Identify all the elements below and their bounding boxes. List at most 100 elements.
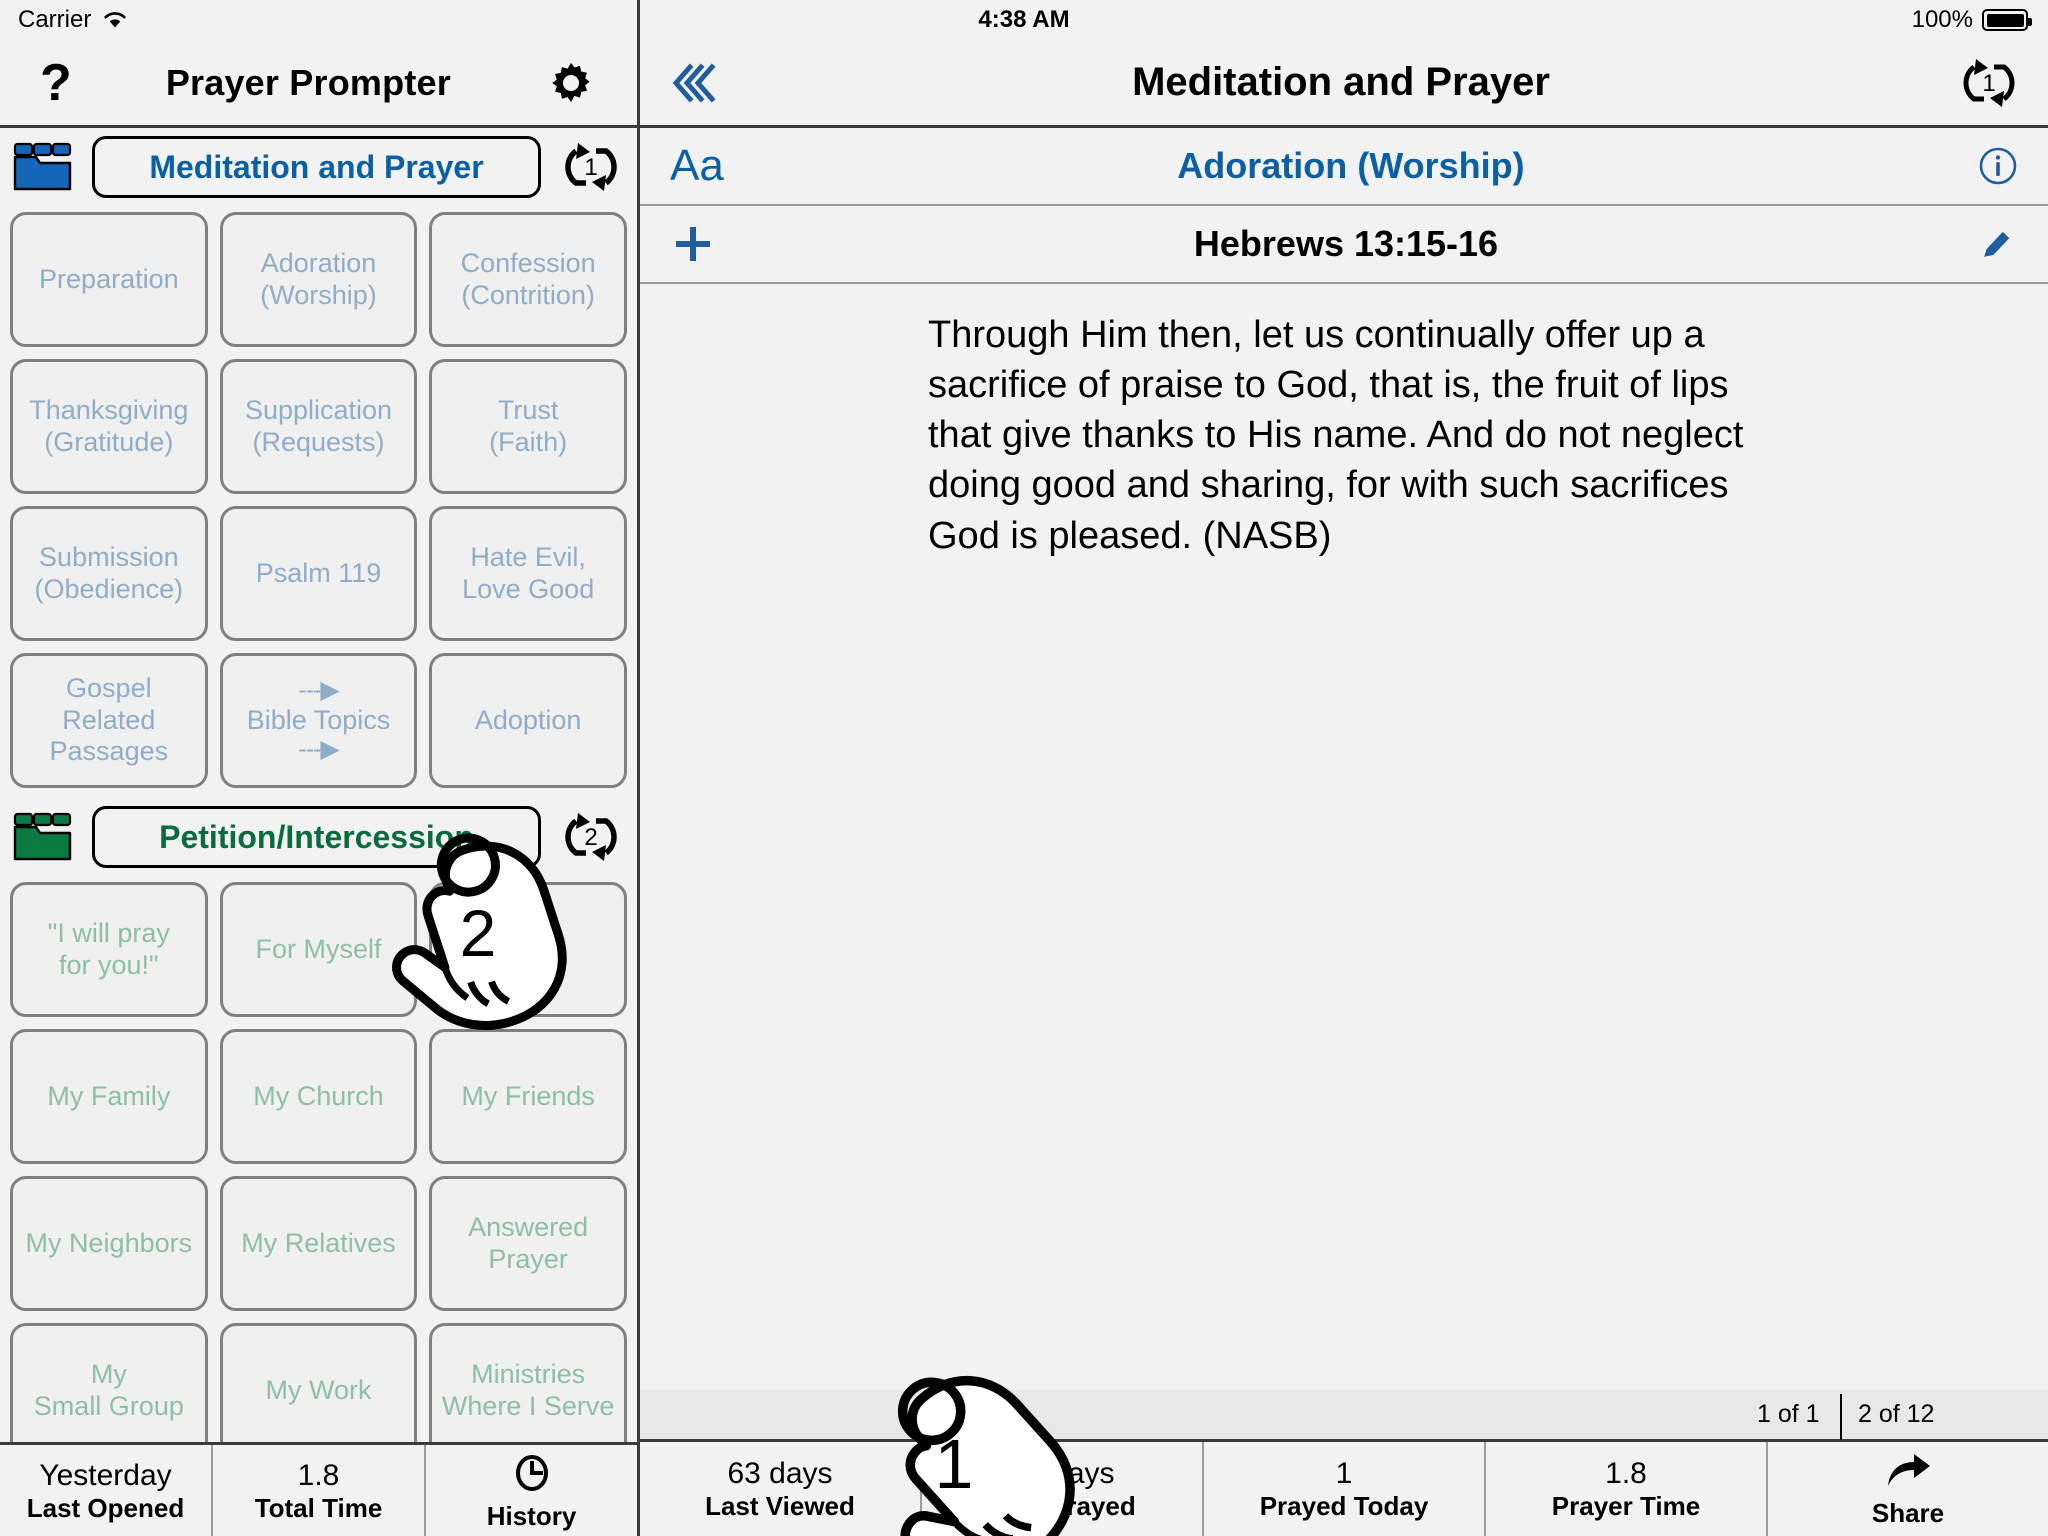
share-arrow-icon[interactable] [1884,1452,1932,1490]
left-bottom-stat-history[interactable]: History [426,1445,637,1536]
font-size-button[interactable]: Aa [670,144,724,188]
tile-label: My Friends [461,1080,595,1111]
tile-trust-faith[interactable]: Trust (Faith) [429,359,627,494]
tile-my-family[interactable]: My Family [10,1029,208,1164]
right-bottom-stat-last-prayed[interactable]: 63 days Last Prayed [922,1442,1204,1536]
folder-blue-icon[interactable] [12,141,78,193]
verse-body-area[interactable]: Through Him then, let us continually off… [640,284,2048,1390]
sidebar-header: ? Prayer Prompter [0,40,637,128]
repeat-icon[interactable]: 1 [560,139,622,195]
tile-hate-evil-love-good[interactable]: Hate Evil, Love Good [429,506,627,641]
left-sidebar: ? Prayer Prompter Meditation and Prayer [0,0,640,1536]
verse-reference-bar: plus-icon Hebrews 13:15-16 [640,206,2048,284]
tile-my-relatives[interactable]: My Relatives [219,1176,418,1311]
tile-label: My Work [265,1374,372,1405]
tile-grid-petition-intercession: "I will pray for you!" For Myself e My Fami… [0,876,637,1442]
tile-label: Hate Evil, Love Good [462,541,595,604]
tile-i-will-pray-for-you[interactable]: "I will pray for you!" [10,882,208,1017]
status-battery-group: 100% [1911,6,2032,34]
left-bottom-stat-total-time[interactable]: 1.8 Total Time [213,1445,426,1536]
tile-label: Ministries Where I Serve [441,1358,615,1421]
category-title: Adoration (Worship) [1177,145,1525,186]
clock-icon[interactable] [512,1453,552,1493]
folder-green-icon[interactable] [12,811,78,863]
tile-supplication-requests[interactable]: Supplication (Requests) [219,359,418,494]
tile-gospel-related-passages[interactable]: Gospel Related Passages [10,653,208,788]
pagination-divider [1840,1394,1842,1440]
tile-label: Trust (Faith) [489,394,568,457]
right-nav-bar: Meditation and Prayer 1 [640,40,2048,128]
tile-grid-meditation-and-prayer: Preparation Adoration (Worship) Confession… [0,206,637,798]
tile-label: "I will pray for you!" [47,917,170,980]
tile-thanksgiving-gratitude[interactable]: Thanksgiving (Gratitude) [10,359,208,494]
tile-submission-obedience[interactable]: Submission (Obedience) [10,506,208,641]
double-chevron-left-icon[interactable] [668,57,724,109]
tile-label: My Family [47,1080,171,1111]
info-circle-icon[interactable] [1978,146,2018,186]
right-content-panel: Meditation and Prayer 1 Aa Adoration (Wo… [640,0,2048,1536]
pagination-right: 2 of 12 [1858,1400,1935,1428]
tile-adoption[interactable]: Adoption [429,653,627,788]
dashed-arrow-icon: ---▶ [298,676,339,705]
group-pill-label: Meditation and Prayer [149,148,484,185]
stat-icon-wrap [512,1453,552,1499]
tile-my-friends[interactable]: My Friends [429,1029,627,1164]
stat-label: Last Viewed [705,1491,855,1521]
right-panel-title: Meditation and Prayer [1132,60,1550,104]
group-pill-petition-intercession[interactable]: Petition/Intercession [92,806,541,868]
dashed-arrow-icon: ---▶ [298,735,339,764]
repeat-icon[interactable]: 1 [1958,55,2020,111]
pagination-bar: 1 of 1 2 of 12 [640,1390,2048,1442]
tile-adoration-worship[interactable]: Adoration (Worship) [219,212,418,347]
tile-label: Adoption [474,704,582,735]
stat-label: Last Opened [26,1492,185,1523]
tile-label: Confession (Contrition) [460,247,596,310]
tile-my-church[interactable]: My Church [219,1029,418,1164]
tile-preparation[interactable]: Preparation [10,212,208,347]
tile-label: Bible Topics [246,704,391,735]
group-pill-meditation-and-prayer[interactable]: Meditation and Prayer [92,136,541,198]
repeat-icon[interactable]: 2 [560,809,622,865]
tile-confession-contrition[interactable]: Confession (Contrition) [429,212,627,347]
tile-ministries-where-i-serve[interactable]: Ministries Where I Serve [429,1323,627,1442]
tile-my-work[interactable]: My Work [219,1323,418,1442]
tile-answered-prayer[interactable]: Answered Prayer [429,1176,627,1311]
plus-icon[interactable] [670,221,716,267]
group-header-petition-intercession[interactable]: Petition/Intercession 2 [0,798,637,876]
tile-label: My Church [253,1080,384,1111]
right-bottom-stat-prayed-today[interactable]: 1 Prayed Today [1204,1442,1486,1536]
left-bottom-stats-bar: Yesterday Last Opened 1.8 Total Time History [0,1442,637,1536]
stat-icon-wrap [1884,1452,1932,1496]
tile-label: My Neighbors [25,1227,193,1258]
stat-label: History [486,1500,577,1531]
gear-icon[interactable] [545,57,597,109]
tile-label: Supplication (Requests) [244,394,393,457]
group-header-meditation-and-prayer[interactable]: Meditation and Prayer 1 [0,128,637,206]
tile-bible-topics[interactable]: ---▶ Bible Topics ---▶ [219,653,418,788]
tile-for-myself[interactable]: For Myself [219,882,418,1017]
tile-label: e [520,933,536,964]
right-bottom-stats-bar: 63 days Last Viewed 63 days Last Prayed 1 Pra… [640,1442,2048,1536]
question-mark-icon[interactable]: ? [40,57,72,109]
tile-my-neighbors[interactable]: My Neighbors [10,1176,208,1311]
app-root: Carrier 4:38 AM 100% ? Prayer Prompter M… [0,0,2048,1536]
status-time: 4:38 AM [978,6,1070,33]
battery-percent: 100% [1911,6,1973,33]
tile-label: My Small Group [33,1358,184,1421]
sidebar-scroll-region[interactable]: Meditation and Prayer 1 Preparation Adora… [0,128,637,1442]
repeat-badge-group-2[interactable]: 2 [555,809,627,865]
right-bottom-stat-share[interactable]: Share [1768,1442,2048,1536]
stat-label: Prayed Today [1259,1491,1429,1521]
tile-my-small-group[interactable]: My Small Group [10,1323,208,1442]
stat-value: 1.8 [1605,1457,1647,1490]
stat-value: 1 [1335,1457,1353,1490]
right-bottom-stat-last-viewed[interactable]: 63 days Last Viewed [640,1442,922,1536]
left-bottom-stat-last-opened[interactable]: Yesterday Last Opened [0,1445,213,1536]
repeat-count-nav: 1 [1982,70,1995,97]
pencil-icon[interactable] [1976,223,2018,265]
repeat-badge-group-1[interactable]: 1 [555,139,627,195]
right-bottom-stat-prayer-time[interactable]: 1.8 Prayer Time [1486,1442,1768,1536]
stat-value: 1.8 [297,1458,340,1492]
tile-e[interactable]: e [429,882,627,1017]
tile-psalm-119[interactable]: Psalm 119 [219,506,418,641]
